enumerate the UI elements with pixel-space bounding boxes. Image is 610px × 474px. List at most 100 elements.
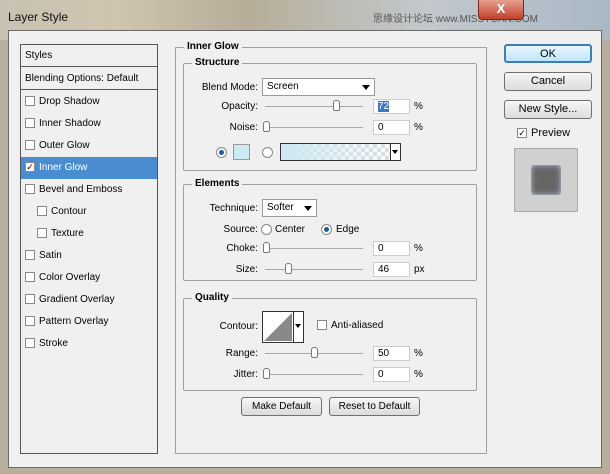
gradient-dropdown[interactable] [390, 144, 400, 160]
slider-thumb[interactable] [333, 100, 340, 111]
choke-slider[interactable] [263, 242, 363, 253]
center-radio[interactable] [261, 224, 272, 235]
solid-color-radio[interactable] [216, 147, 227, 158]
styles-header[interactable]: Styles [21, 45, 157, 67]
style-item-bevel-and-emboss[interactable]: Bevel and Emboss [21, 179, 157, 201]
reset-default-button[interactable]: Reset to Default [329, 397, 420, 416]
noise-label: Noise: [229, 122, 258, 133]
contour-dropdown[interactable] [293, 312, 303, 342]
checkbox[interactable] [37, 206, 47, 217]
opacity-input[interactable]: 72 [373, 99, 410, 114]
slider-thumb[interactable] [263, 121, 270, 132]
checkbox[interactable] [25, 96, 35, 107]
style-item-label: Outer Glow [39, 140, 90, 151]
new-style-button[interactable]: New Style... [504, 100, 592, 119]
gradient-picker[interactable] [280, 143, 401, 161]
source-label: Source: [223, 224, 258, 235]
opacity-label: Opacity: [221, 101, 258, 112]
checkbox[interactable]: ✓ [517, 128, 527, 139]
checkbox[interactable] [37, 228, 47, 239]
close-button[interactable]: X [478, 0, 524, 20]
contour-picker[interactable] [262, 311, 304, 343]
window-title: Layer Style [8, 10, 69, 24]
style-item-label: Pattern Overlay [39, 316, 109, 327]
ok-button[interactable]: OK [504, 44, 592, 63]
style-item-drop-shadow[interactable]: Drop Shadow [21, 91, 157, 113]
jitter-unit: % [414, 369, 423, 380]
style-item-color-overlay[interactable]: Color Overlay [21, 267, 157, 289]
style-item-outer-glow[interactable]: Outer Glow [21, 135, 157, 157]
size-slider[interactable] [265, 263, 363, 274]
jitter-label: Jitter: [233, 369, 258, 380]
technique-label: Technique: [209, 203, 258, 214]
style-item-label: Inner Glow [39, 162, 88, 173]
jitter-slider[interactable] [263, 368, 363, 379]
slider-thumb[interactable] [311, 347, 318, 358]
blend-mode-label: Blend Mode: [201, 82, 258, 93]
structure-title: Structure [192, 57, 243, 68]
style-item-label: Gradient Overlay [39, 294, 115, 305]
style-item-label: Texture [51, 228, 84, 239]
checkbox[interactable] [25, 250, 35, 261]
anti-aliased-checkbox[interactable]: Anti-aliased [317, 320, 383, 331]
jitter-input[interactable]: 0 [373, 367, 410, 382]
size-label: Size: [235, 264, 258, 275]
blending-options[interactable]: Blending Options: Default [21, 68, 157, 90]
blend-mode-value: Screen [267, 81, 299, 92]
checkbox[interactable] [317, 320, 327, 331]
preview-thumbnail [514, 148, 578, 212]
checkbox[interactable]: ✓ [25, 162, 35, 173]
style-item-pattern-overlay[interactable]: Pattern Overlay [21, 311, 157, 333]
contour-label: Contour: [219, 321, 258, 332]
blend-mode-select[interactable]: Screen [262, 78, 375, 96]
technique-select[interactable]: Softer [262, 199, 317, 217]
style-item-label: Drop Shadow [39, 96, 100, 107]
choke-unit: % [414, 243, 423, 254]
range-input[interactable]: 50 [373, 346, 410, 361]
dropdown-arrow-icon [362, 85, 370, 90]
dropdown-arrow-icon [304, 206, 312, 211]
choke-input[interactable]: 0 [373, 241, 410, 256]
style-item-label: Contour [51, 206, 87, 217]
elements-title: Elements [192, 178, 243, 189]
gradient-radio[interactable] [262, 147, 273, 158]
contour-linear-icon [264, 313, 292, 341]
checkbox[interactable] [25, 272, 35, 283]
glow-color-swatch[interactable] [233, 144, 250, 160]
range-label: Range: [225, 348, 258, 359]
noise-unit: % [414, 122, 423, 133]
style-item-texture[interactable]: Texture [21, 223, 157, 245]
preview-checkbox[interactable]: ✓ Preview [517, 127, 570, 139]
checkbox[interactable] [25, 140, 35, 151]
dropdown-arrow-icon [392, 150, 398, 154]
center-label: Center [275, 224, 306, 235]
cancel-button[interactable]: Cancel [504, 72, 592, 91]
noise-input[interactable]: 0 [373, 120, 410, 135]
style-item-label: Satin [39, 250, 62, 261]
styles-panel: Styles Blending Options: Default Drop Sh… [20, 44, 158, 454]
checkbox[interactable] [25, 316, 35, 327]
style-item-inner-shadow[interactable]: Inner Shadow [21, 113, 157, 135]
opacity-unit: % [414, 101, 423, 112]
style-item-stroke[interactable]: Stroke [21, 333, 157, 355]
opacity-slider[interactable] [265, 100, 363, 111]
checkbox[interactable] [25, 118, 35, 129]
slider-thumb[interactable] [285, 263, 292, 274]
style-item-satin[interactable]: Satin [21, 245, 157, 267]
make-default-button[interactable]: Make Default [241, 397, 322, 416]
checkbox[interactable] [25, 294, 35, 305]
preview-label: Preview [531, 127, 571, 139]
range-slider[interactable] [265, 347, 363, 358]
style-item-inner-glow[interactable]: ✓ Inner Glow [21, 157, 157, 179]
size-input[interactable]: 46 [373, 262, 410, 277]
choke-label: Choke: [226, 243, 258, 254]
edge-radio[interactable] [321, 224, 332, 235]
style-item-contour[interactable]: Contour [21, 201, 157, 223]
edge-label: Edge [336, 224, 360, 235]
checkbox[interactable] [25, 184, 35, 195]
slider-thumb[interactable] [263, 242, 270, 253]
slider-thumb[interactable] [263, 368, 270, 379]
style-item-gradient-overlay[interactable]: Gradient Overlay [21, 289, 157, 311]
checkbox[interactable] [25, 338, 35, 349]
noise-slider[interactable] [263, 121, 363, 132]
